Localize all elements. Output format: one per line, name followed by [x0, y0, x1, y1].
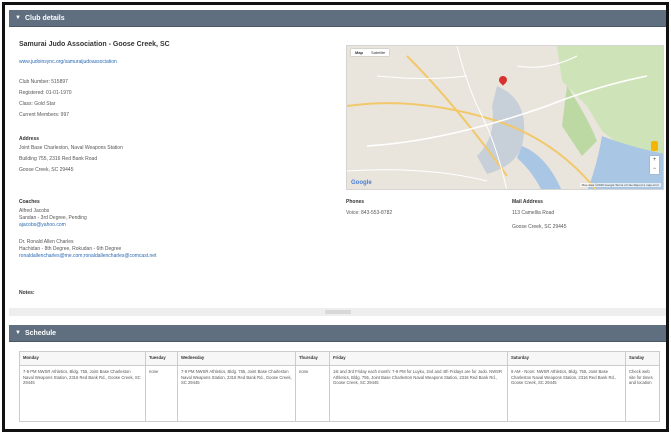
- resize-handle[interactable]: [325, 310, 351, 314]
- table-row: 7-9 PM NWSR Athletics, Bldg. 755, Joint …: [19, 365, 660, 422]
- mail-address-line: 113 Camellia Road: [512, 210, 555, 216]
- club-details-body: Samurai Judo Association - Goose Creek, …: [9, 27, 666, 320]
- map-type-tabs: Map Satellite: [351, 49, 390, 56]
- phone-value: Voice: 843-553-8782: [346, 210, 393, 216]
- schedule-header[interactable]: ▼ Schedule: [9, 325, 666, 342]
- column-header: Sunday: [625, 351, 660, 366]
- section-divider: [9, 308, 666, 316]
- map-background: [347, 46, 663, 189]
- club-members: Current Members: 997: [19, 112, 70, 118]
- schedule-cell: Check web site for times and location: [625, 365, 660, 422]
- coaches-label: Coaches: [19, 199, 40, 205]
- pegman-icon[interactable]: [651, 141, 658, 151]
- column-header: Saturday: [507, 351, 626, 366]
- schedule-header-label: Schedule: [24, 329, 57, 337]
- location-map[interactable]: Map Satellite + − Google Map data ©2016 …: [346, 45, 664, 190]
- club-class: Class: Gold Star: [19, 101, 56, 107]
- schedule-header-row: Monday Tuesday Wednesday Thursday Friday…: [19, 351, 660, 366]
- column-header: Wednesday: [177, 351, 296, 366]
- schedule-cell: 7-9 PM NWSR Athletics, Bldg. 755, Joint …: [19, 365, 146, 422]
- address-line: Joint Base Charleston, Naval Weapons Sta…: [19, 145, 123, 151]
- column-header: Monday: [19, 351, 146, 366]
- coach-rank: Sandan - 3rd Degree, Pending: [19, 215, 87, 221]
- notes-label: Notes:: [19, 290, 35, 296]
- club-number: Club Number: 515897: [19, 79, 68, 85]
- schedule-cell: none: [145, 365, 178, 422]
- club-details-header[interactable]: ▼ Club details: [9, 10, 666, 27]
- map-zoom-control: + −: [650, 156, 659, 174]
- schedule-body: Monday Tuesday Wednesday Thursday Friday…: [19, 351, 661, 422]
- chevron-down-icon[interactable]: ▼: [15, 15, 21, 21]
- schedule-cell: 9 AM - Noon: NWSR Athletics, Bldg. 755, …: [507, 365, 626, 422]
- club-details-header-label: Club details: [24, 14, 65, 22]
- coach-rank: Hachidan - 8th Degree, Rokudan - 6th Deg…: [19, 246, 122, 252]
- coach-email-link[interactable]: ajacobs@yahoo.com: [19, 222, 66, 228]
- map-attribution: Map data ©2016 Google Terms of Use Repor…: [579, 183, 661, 187]
- map-tab-satellite[interactable]: Satellite: [367, 49, 389, 56]
- club-title: Samurai Judo Association - Goose Creek, …: [19, 41, 170, 48]
- phones-label: Phones: [346, 199, 365, 205]
- club-website-link[interactable]: www.judoinsync.org/samuraijudoassociatio…: [19, 59, 117, 65]
- column-header: Thursday: [295, 351, 330, 366]
- zoom-in-button[interactable]: +: [650, 156, 659, 165]
- page-frame: ▼ Club details Samurai Judo Association …: [2, 2, 669, 432]
- coach-email-link[interactable]: ronaldallencharles@me.com;ronaldallencha…: [19, 253, 156, 259]
- schedule-cell: 7-9 PM NWSR Athletics, Bldg. 755, Joint …: [177, 365, 296, 422]
- club-registered: Registered: 01-01-1970: [19, 90, 72, 96]
- map-tab-map[interactable]: Map: [351, 49, 367, 56]
- address-line: Goose Creek, SC 29445: [19, 167, 74, 173]
- schedule-table: Monday Tuesday Wednesday Thursday Friday…: [19, 351, 660, 422]
- address-label: Address: [19, 136, 40, 142]
- schedule-cell: none: [295, 365, 330, 422]
- zoom-out-button[interactable]: −: [650, 165, 659, 174]
- schedule-cell: 1st and 3rd Friday each month: 7-9 PM fo…: [329, 365, 508, 422]
- coach-name: Dr. Ronald Allen Charles: [19, 239, 74, 245]
- google-logo: Google: [351, 180, 372, 186]
- mail-address-label: Mail Address: [512, 199, 543, 205]
- coach-name: Alfred Jacobs: [19, 208, 50, 214]
- column-header: Friday: [329, 351, 508, 366]
- mail-address-line: Goose Creek, SC 29445: [512, 224, 567, 230]
- column-header: Tuesday: [145, 351, 178, 366]
- address-line: Building 755, 2316 Red Bank Road: [19, 156, 98, 162]
- chevron-down-icon[interactable]: ▼: [15, 330, 21, 336]
